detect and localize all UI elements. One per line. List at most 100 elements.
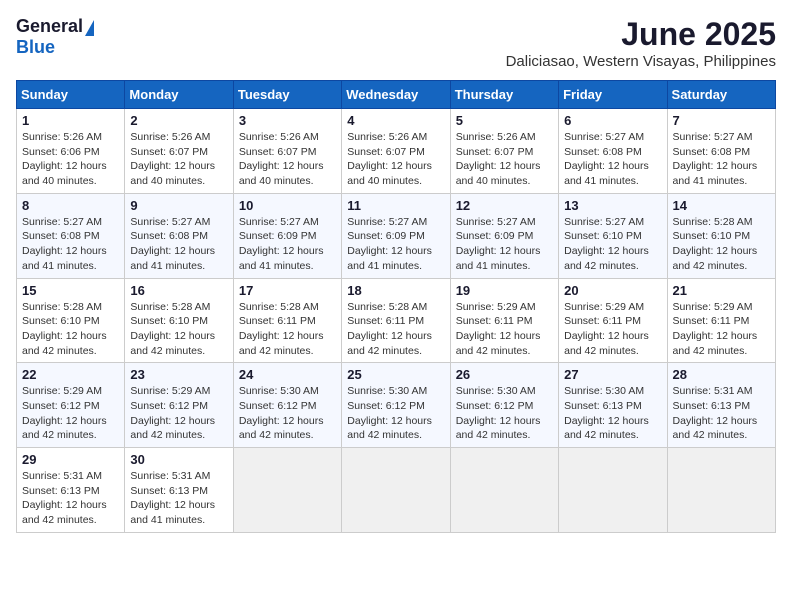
daylight-label: Daylight: 12 hours and 42 minutes. <box>130 415 215 442</box>
day-info: Sunrise: 5:26 AM Sunset: 6:06 PM Dayligh… <box>22 130 119 189</box>
sunrise-label: Sunrise: 5:29 AM <box>456 301 536 313</box>
day-number: 23 <box>130 367 227 382</box>
day-number: 16 <box>130 283 227 298</box>
calendar-cell: 24 Sunrise: 5:30 AM Sunset: 6:12 PM Dayl… <box>233 363 341 448</box>
day-info: Sunrise: 5:31 AM Sunset: 6:13 PM Dayligh… <box>130 469 227 528</box>
daylight-label: Daylight: 12 hours and 42 minutes. <box>673 330 758 357</box>
day-info: Sunrise: 5:27 AM Sunset: 6:08 PM Dayligh… <box>22 215 119 274</box>
daylight-label: Daylight: 12 hours and 42 minutes. <box>564 245 649 272</box>
sunrise-label: Sunrise: 5:27 AM <box>22 216 102 228</box>
daylight-label: Daylight: 12 hours and 41 minutes. <box>673 160 758 187</box>
sunset-label: Sunset: 6:10 PM <box>673 230 751 242</box>
sunrise-label: Sunrise: 5:31 AM <box>22 470 102 482</box>
day-info: Sunrise: 5:28 AM Sunset: 6:10 PM Dayligh… <box>673 215 770 274</box>
day-number: 22 <box>22 367 119 382</box>
calendar-cell: 19 Sunrise: 5:29 AM Sunset: 6:11 PM Dayl… <box>450 278 558 363</box>
sunrise-label: Sunrise: 5:30 AM <box>239 385 319 397</box>
calendar-cell: 20 Sunrise: 5:29 AM Sunset: 6:11 PM Dayl… <box>559 278 667 363</box>
sunset-label: Sunset: 6:09 PM <box>456 230 534 242</box>
daylight-label: Daylight: 12 hours and 41 minutes. <box>130 499 215 526</box>
day-info: Sunrise: 5:31 AM Sunset: 6:13 PM Dayligh… <box>22 469 119 528</box>
sunset-label: Sunset: 6:13 PM <box>564 400 642 412</box>
calendar-week-2: 8 Sunrise: 5:27 AM Sunset: 6:08 PM Dayli… <box>17 193 776 278</box>
day-number: 25 <box>347 367 444 382</box>
day-number: 5 <box>456 113 553 128</box>
sunrise-label: Sunrise: 5:26 AM <box>347 131 427 143</box>
day-info: Sunrise: 5:29 AM Sunset: 6:12 PM Dayligh… <box>130 384 227 443</box>
calendar-week-3: 15 Sunrise: 5:28 AM Sunset: 6:10 PM Dayl… <box>17 278 776 363</box>
sunrise-label: Sunrise: 5:26 AM <box>239 131 319 143</box>
sunset-label: Sunset: 6:10 PM <box>22 315 100 327</box>
sunrise-label: Sunrise: 5:29 AM <box>22 385 102 397</box>
day-number: 8 <box>22 198 119 213</box>
day-number: 6 <box>564 113 661 128</box>
sunset-label: Sunset: 6:08 PM <box>673 146 751 158</box>
day-number: 10 <box>239 198 336 213</box>
day-number: 4 <box>347 113 444 128</box>
calendar-cell: 13 Sunrise: 5:27 AM Sunset: 6:10 PM Dayl… <box>559 193 667 278</box>
sunrise-label: Sunrise: 5:30 AM <box>456 385 536 397</box>
daylight-label: Daylight: 12 hours and 42 minutes. <box>22 330 107 357</box>
day-info: Sunrise: 5:27 AM Sunset: 6:08 PM Dayligh… <box>673 130 770 189</box>
day-number: 28 <box>673 367 770 382</box>
day-info: Sunrise: 5:30 AM Sunset: 6:12 PM Dayligh… <box>239 384 336 443</box>
calendar-cell <box>667 448 775 533</box>
sunset-label: Sunset: 6:07 PM <box>130 146 208 158</box>
day-info: Sunrise: 5:27 AM Sunset: 6:09 PM Dayligh… <box>456 215 553 274</box>
sunrise-label: Sunrise: 5:28 AM <box>673 216 753 228</box>
calendar-cell: 28 Sunrise: 5:31 AM Sunset: 6:13 PM Dayl… <box>667 363 775 448</box>
day-info: Sunrise: 5:29 AM Sunset: 6:12 PM Dayligh… <box>22 384 119 443</box>
sunrise-label: Sunrise: 5:27 AM <box>673 131 753 143</box>
sunrise-label: Sunrise: 5:28 AM <box>22 301 102 313</box>
day-info: Sunrise: 5:28 AM Sunset: 6:10 PM Dayligh… <box>22 300 119 359</box>
calendar-cell: 8 Sunrise: 5:27 AM Sunset: 6:08 PM Dayli… <box>17 193 125 278</box>
sunset-label: Sunset: 6:13 PM <box>22 485 100 497</box>
day-info: Sunrise: 5:26 AM Sunset: 6:07 PM Dayligh… <box>347 130 444 189</box>
day-number: 20 <box>564 283 661 298</box>
calendar-cell: 16 Sunrise: 5:28 AM Sunset: 6:10 PM Dayl… <box>125 278 233 363</box>
day-number: 14 <box>673 198 770 213</box>
daylight-label: Daylight: 12 hours and 42 minutes. <box>456 330 541 357</box>
sunset-label: Sunset: 6:11 PM <box>673 315 750 327</box>
day-number: 13 <box>564 198 661 213</box>
calendar-cell: 9 Sunrise: 5:27 AM Sunset: 6:08 PM Dayli… <box>125 193 233 278</box>
calendar-cell: 21 Sunrise: 5:29 AM Sunset: 6:11 PM Dayl… <box>667 278 775 363</box>
day-info: Sunrise: 5:27 AM Sunset: 6:09 PM Dayligh… <box>347 215 444 274</box>
weekday-header-tuesday: Tuesday <box>233 81 341 109</box>
day-number: 29 <box>22 452 119 467</box>
sunset-label: Sunset: 6:07 PM <box>347 146 425 158</box>
calendar-week-1: 1 Sunrise: 5:26 AM Sunset: 6:06 PM Dayli… <box>17 109 776 194</box>
calendar-cell: 17 Sunrise: 5:28 AM Sunset: 6:11 PM Dayl… <box>233 278 341 363</box>
calendar-cell: 2 Sunrise: 5:26 AM Sunset: 6:07 PM Dayli… <box>125 109 233 194</box>
calendar-cell: 26 Sunrise: 5:30 AM Sunset: 6:12 PM Dayl… <box>450 363 558 448</box>
calendar-cell: 5 Sunrise: 5:26 AM Sunset: 6:07 PM Dayli… <box>450 109 558 194</box>
sunset-label: Sunset: 6:06 PM <box>22 146 100 158</box>
calendar-cell: 23 Sunrise: 5:29 AM Sunset: 6:12 PM Dayl… <box>125 363 233 448</box>
calendar-cell: 3 Sunrise: 5:26 AM Sunset: 6:07 PM Dayli… <box>233 109 341 194</box>
day-number: 7 <box>673 113 770 128</box>
sunset-label: Sunset: 6:10 PM <box>564 230 642 242</box>
sunset-label: Sunset: 6:09 PM <box>347 230 425 242</box>
calendar-cell: 15 Sunrise: 5:28 AM Sunset: 6:10 PM Dayl… <box>17 278 125 363</box>
sunrise-label: Sunrise: 5:29 AM <box>130 385 210 397</box>
sunset-label: Sunset: 6:10 PM <box>130 315 208 327</box>
sunset-label: Sunset: 6:12 PM <box>22 400 100 412</box>
weekday-header-thursday: Thursday <box>450 81 558 109</box>
daylight-label: Daylight: 12 hours and 42 minutes. <box>22 415 107 442</box>
calendar-table: SundayMondayTuesdayWednesdayThursdayFrid… <box>16 80 776 533</box>
sunrise-label: Sunrise: 5:30 AM <box>564 385 644 397</box>
day-info: Sunrise: 5:26 AM Sunset: 6:07 PM Dayligh… <box>130 130 227 189</box>
day-info: Sunrise: 5:27 AM Sunset: 6:10 PM Dayligh… <box>564 215 661 274</box>
calendar-cell: 6 Sunrise: 5:27 AM Sunset: 6:08 PM Dayli… <box>559 109 667 194</box>
sunrise-label: Sunrise: 5:31 AM <box>130 470 210 482</box>
calendar-cell: 29 Sunrise: 5:31 AM Sunset: 6:13 PM Dayl… <box>17 448 125 533</box>
calendar-cell: 10 Sunrise: 5:27 AM Sunset: 6:09 PM Dayl… <box>233 193 341 278</box>
sunset-label: Sunset: 6:07 PM <box>239 146 317 158</box>
day-number: 27 <box>564 367 661 382</box>
logo-general: General <box>16 16 83 37</box>
day-number: 1 <box>22 113 119 128</box>
day-number: 21 <box>673 283 770 298</box>
calendar-cell: 27 Sunrise: 5:30 AM Sunset: 6:13 PM Dayl… <box>559 363 667 448</box>
day-info: Sunrise: 5:30 AM Sunset: 6:12 PM Dayligh… <box>456 384 553 443</box>
sunrise-label: Sunrise: 5:28 AM <box>130 301 210 313</box>
